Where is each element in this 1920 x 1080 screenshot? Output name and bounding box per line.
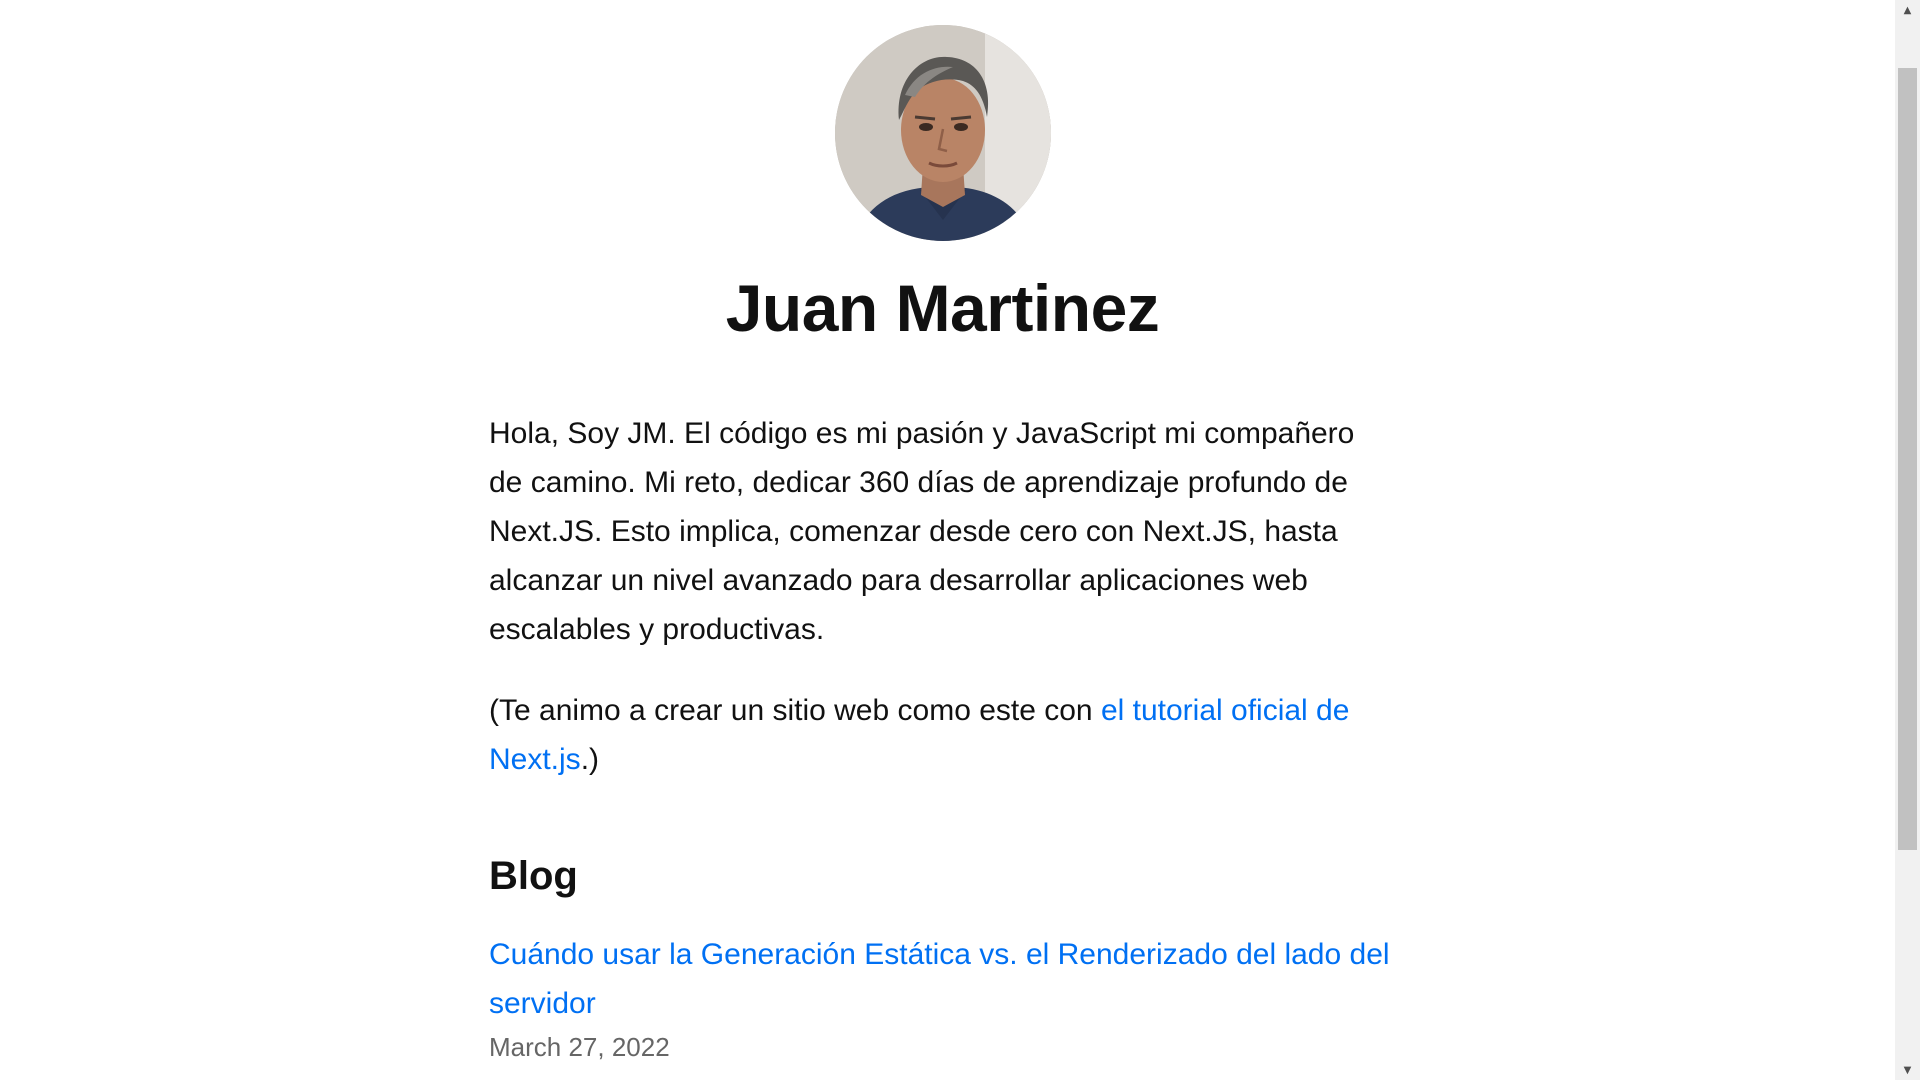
tutorial-prefix: (Te animo a crear un sitio web como este… <box>489 693 1101 727</box>
list-item: Cuándo usar la Generación Estática vs. e… <box>489 930 1396 1063</box>
tutorial-suffix: .) <box>580 742 600 776</box>
main-container: Juan Martinez Hola, Soy JM. El código es… <box>489 0 1396 1063</box>
blog-section: Blog Cuándo usar la Generación Estática … <box>489 852 1396 1063</box>
site-title: Juan Martinez <box>725 271 1160 345</box>
profile-avatar <box>834 25 1051 241</box>
avatar-portrait-icon <box>834 25 1051 241</box>
vertical-scrollbar[interactable]: ▲ ▼ <box>1895 0 1920 1080</box>
tutorial-paragraph: (Te animo a crear un sitio web como este… <box>489 686 1396 784</box>
scrollbar-thumb[interactable] <box>1898 68 1917 850</box>
scroll-up-arrow-icon[interactable]: ▲ <box>1895 0 1920 20</box>
blog-heading: Blog <box>489 853 578 898</box>
post-list: Cuándo usar la Generación Estática vs. e… <box>489 930 1396 1063</box>
scroll-down-arrow-icon[interactable]: ▼ <box>1895 1060 1920 1080</box>
page: Juan Martinez Hola, Soy JM. El código es… <box>0 0 1920 1080</box>
profile-header: Juan Martinez <box>489 0 1396 347</box>
intro-paragraph: Hola, Soy JM. El código es mi pasión y J… <box>489 416 1355 646</box>
post-date: March 27, 2022 <box>489 1031 670 1062</box>
post-title-link[interactable]: Cuándo usar la Generación Estática vs. e… <box>489 930 1396 1028</box>
intro-section: Hola, Soy JM. El código es mi pasión y J… <box>489 409 1396 784</box>
